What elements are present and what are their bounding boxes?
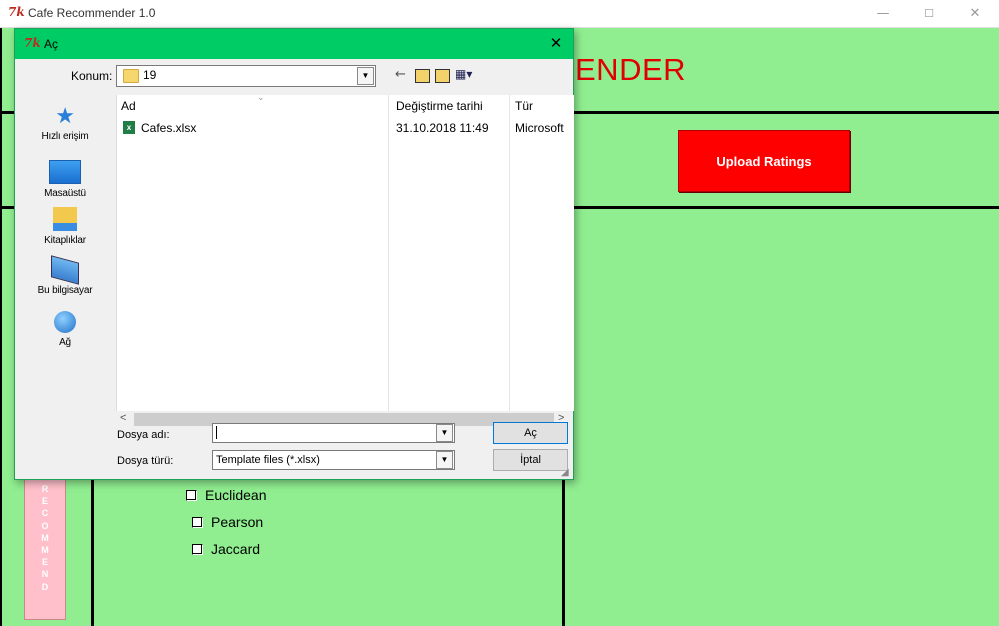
window-title: Cafe Recommender 1.0 xyxy=(28,6,156,20)
network-icon xyxy=(54,311,76,333)
euclidean-label: Euclidean xyxy=(205,487,267,503)
folder-icon xyxy=(123,69,139,83)
divider-line xyxy=(562,478,565,626)
location-select[interactable]: 19 ▼ xyxy=(116,65,376,87)
filetype-value: Template files (*.xlsx) xyxy=(216,454,320,466)
checkbox-box[interactable] xyxy=(192,516,203,528)
dialog-close-button[interactable]: ✕ xyxy=(543,32,569,56)
euclidean-checkbox[interactable]: Euclidean xyxy=(186,487,267,503)
open-button[interactable]: Aç xyxy=(493,422,568,444)
jaccard-checkbox[interactable]: Jaccard xyxy=(192,541,260,557)
frame-left-border xyxy=(0,28,2,626)
place-label: Kitaplıklar xyxy=(44,235,86,246)
place-desktop[interactable]: Masaüstü xyxy=(17,160,113,199)
sort-chevron-icon: ⌄ xyxy=(257,92,265,102)
checkbox-box[interactable] xyxy=(192,543,203,555)
chevron-down-icon[interactable]: ▼ xyxy=(357,67,374,85)
recommend-button[interactable]: R E C O M M E N D xyxy=(24,478,66,620)
dialog-titlebar: 7k Aç ✕ xyxy=(15,29,573,59)
back-icon[interactable]: ← xyxy=(395,67,406,82)
libraries-icon xyxy=(53,207,77,231)
upload-ratings-button[interactable]: Upload Ratings xyxy=(678,130,850,192)
pearson-label: Pearson xyxy=(211,514,264,530)
file-row[interactable]: x Cafes.xlsx 31.10.2018 11:49 Microsoft xyxy=(117,117,574,137)
file-name: Cafes.xlsx xyxy=(141,121,197,135)
app-logo-icon: 7k xyxy=(24,36,41,50)
window-titlebar: 7k Cafe Recommender 1.0 — ☐ ✕ xyxy=(0,0,999,28)
place-this-pc[interactable]: Bu bilgisayar xyxy=(17,255,113,296)
place-libraries[interactable]: Kitaplıklar xyxy=(17,207,113,246)
app-logo-icon: 7k xyxy=(8,5,25,19)
up-folder-icon[interactable] xyxy=(415,69,430,83)
desktop-icon xyxy=(49,160,81,184)
close-button[interactable]: ✕ xyxy=(952,0,998,27)
checkbox-box[interactable] xyxy=(186,489,197,501)
maximize-button[interactable]: ☐ xyxy=(906,0,952,27)
cancel-button[interactable]: İptal xyxy=(493,449,568,471)
pearson-checkbox[interactable]: Pearson xyxy=(192,514,263,530)
file-type: Microsoft xyxy=(515,121,564,135)
column-header-date[interactable]: Değiştirme tarihi xyxy=(396,99,483,113)
chevron-down-icon[interactable]: ▼ xyxy=(436,451,453,469)
new-folder-icon[interactable] xyxy=(435,69,450,83)
place-label: Masaüstü xyxy=(44,188,86,199)
minimize-button[interactable]: — xyxy=(860,0,906,27)
filetype-select[interactable]: Template files (*.xlsx) ▼ xyxy=(212,450,455,470)
file-list[interactable]: ⌄ Ad Değiştirme tarihi Tür x Cafes.xlsx … xyxy=(116,92,574,411)
dialog-title: Aç xyxy=(44,37,59,51)
recommend-button-label: R E C O M M E N D xyxy=(41,484,49,592)
column-separator xyxy=(509,95,510,411)
location-value: 19 xyxy=(143,68,157,82)
place-label: Bu bilgisayar xyxy=(37,285,93,296)
star-icon: ★ xyxy=(55,103,75,128)
chevron-down-icon[interactable]: ▼ xyxy=(436,424,453,442)
computer-icon xyxy=(51,255,79,285)
location-label: Konum: xyxy=(71,69,113,83)
place-quick-access[interactable]: ★ Hızlı erişim xyxy=(17,103,113,143)
view-menu-icon[interactable]: ▦▾ xyxy=(455,67,472,81)
scroll-left-icon[interactable]: < xyxy=(120,412,126,424)
column-separator xyxy=(388,95,389,411)
filename-label: Dosya adı: xyxy=(117,429,170,441)
open-file-dialog: 7k Aç ✕ Konum: 19 ▼ ← ▦▾ ★ Hızlı erişim … xyxy=(14,28,574,480)
column-header-type[interactable]: Tür xyxy=(515,99,533,113)
filename-input[interactable]: ▼ xyxy=(212,423,455,443)
text-cursor xyxy=(216,426,217,439)
divider-line xyxy=(91,478,94,626)
excel-file-icon: x xyxy=(123,121,135,134)
place-label: Ağ xyxy=(59,337,71,348)
filetype-label: Dosya türü: xyxy=(117,455,174,467)
place-label: Hızlı erişim xyxy=(41,131,89,142)
place-network[interactable]: Ağ xyxy=(17,311,113,348)
app-heading: ENDER xyxy=(575,52,687,87)
jaccard-label: Jaccard xyxy=(211,541,261,557)
file-date: 31.10.2018 11:49 xyxy=(396,121,489,135)
resize-grip-icon[interactable]: ◢ xyxy=(561,467,569,478)
places-bar: ★ Hızlı erişim Masaüstü Kitaplıklar Bu b… xyxy=(17,95,113,425)
column-header-name[interactable]: Ad xyxy=(121,99,136,113)
